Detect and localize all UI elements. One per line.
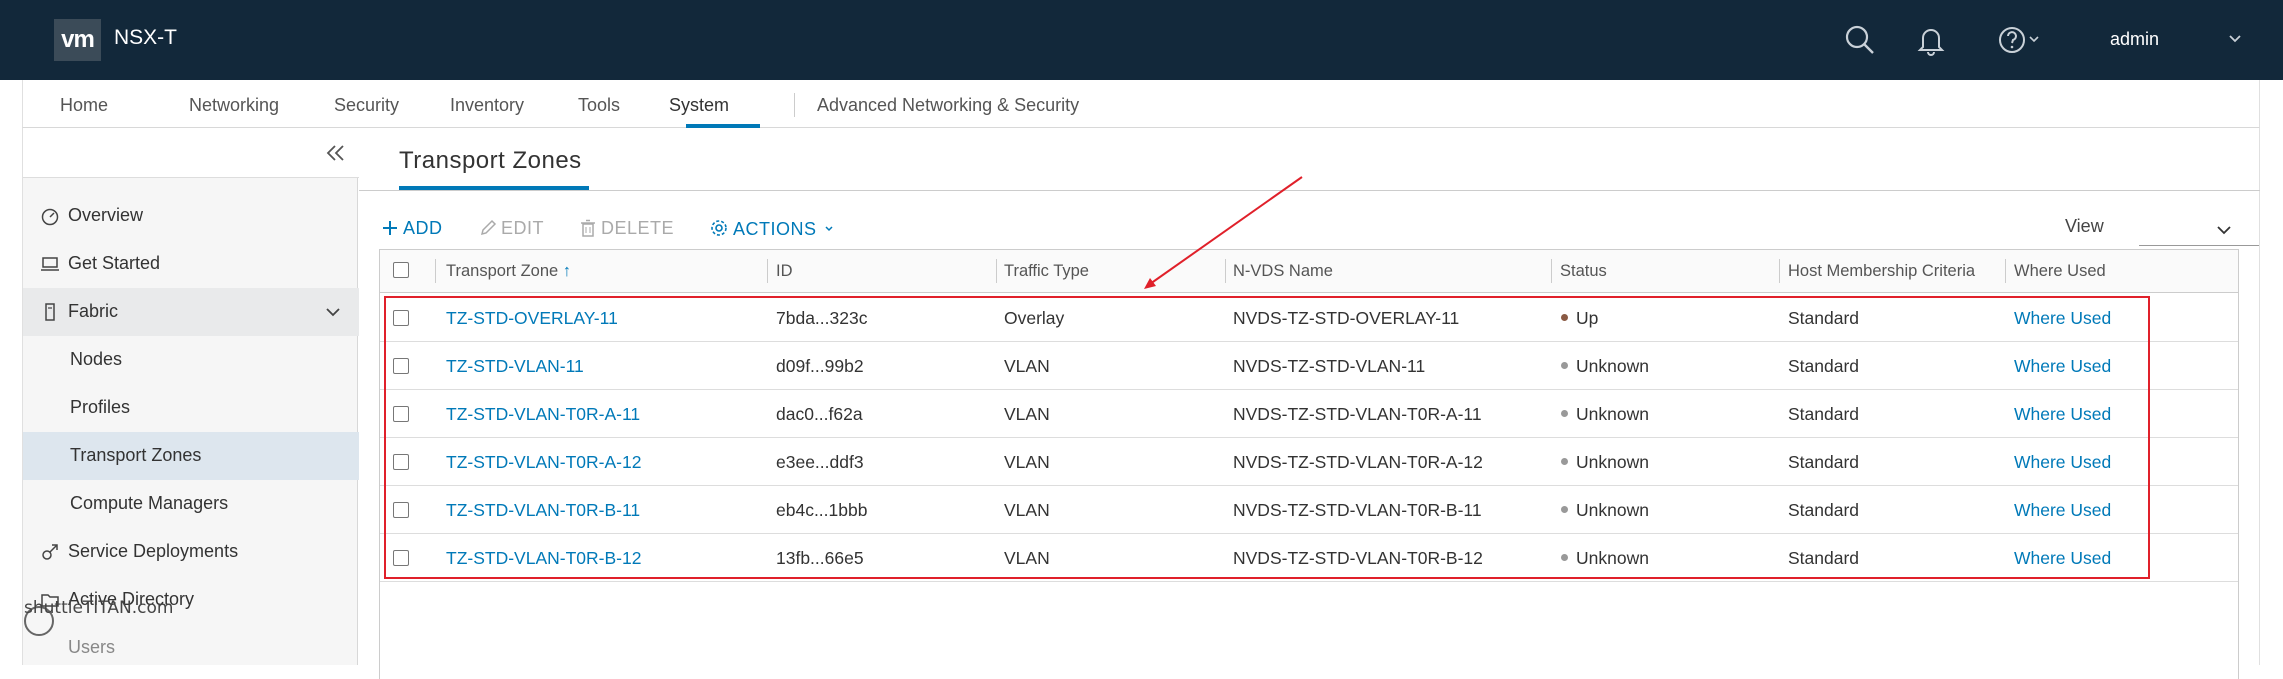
sidebar-item-label: Overview [68,205,144,225]
table-header: Transport Zone ↑ ID Traffic Type N-VDS N… [380,250,2238,293]
watermark: shuttleTITAN.com [24,598,174,618]
sidebar-item-label: Transport Zones [70,445,202,465]
column-separator [1779,259,1780,283]
view-chevron-down-icon[interactable] [2215,221,2233,239]
nav-home[interactable]: Home [60,95,108,116]
delete-button[interactable]: DELETE [579,218,674,239]
annotation-highlight-box [384,296,2150,579]
actions-label: ACTIONS [733,219,817,239]
dashboard-gauge-icon [41,208,59,226]
column-header-id[interactable]: ID [776,262,793,281]
edit-button[interactable]: EDIT [479,218,544,239]
collapse-sidebar-icon[interactable] [323,140,349,166]
delete-label: DELETE [601,218,675,238]
plus-icon [383,221,397,235]
top-bar: vm NSX-T admin [0,0,2283,80]
sidebar-item-service-deployments[interactable]: Service Deployments [23,528,359,576]
column-separator [1551,259,1552,283]
column-separator [996,259,997,283]
gear-icon [711,220,727,236]
laptop-icon [41,257,59,271]
nav-inventory[interactable]: Inventory [450,95,524,116]
sidebar-item-nodes[interactable]: Nodes [23,336,359,384]
edit-label: EDIT [501,218,545,238]
external-link-icon [42,544,58,560]
select-all-checkbox[interactable] [393,262,409,278]
nav-divider [794,93,795,117]
column-separator [2005,259,2006,283]
sidebar-item-profiles[interactable]: Profiles [23,384,359,432]
column-header-host-membership-criteria[interactable]: Host Membership Criteria [1788,262,1975,281]
column-separator [435,259,436,283]
view-label: View [2065,216,2104,236]
sidebar-item-label: Get Started [68,253,161,273]
add-label: ADD [403,218,443,238]
column-label: Transport Zone [446,262,559,280]
nav-security[interactable]: Security [334,95,399,116]
sidebar-item-transport-zones[interactable]: Transport Zones [23,432,359,480]
sidebar-collapse-row [23,128,359,178]
vmware-logo: vm [54,19,101,61]
sidebar-item-label: Fabric [68,301,119,321]
sidebar-item-fabric[interactable]: Fabric [23,288,359,336]
column-separator [767,259,768,283]
sidebar-item-overview[interactable]: Overview [23,192,359,240]
column-header-nvds-name[interactable]: N-VDS Name [1233,262,1333,281]
actions-button[interactable]: ACTIONS [709,218,838,240]
sidebar-item-label: Compute Managers [70,493,229,513]
search-icon[interactable] [1842,22,1878,58]
column-header-traffic-type[interactable]: Traffic Type [1004,262,1089,281]
column-header-transport-zone[interactable]: Transport Zone ↑ [446,262,571,281]
help-icon[interactable] [1994,22,2030,58]
sidebar-item-label: Users [68,637,116,657]
nav-system[interactable]: System [669,95,729,116]
pencil-icon [480,219,497,236]
bell-icon[interactable] [1913,22,1949,58]
help-chevron-down-icon[interactable] [2028,33,2040,45]
chevron-down-icon[interactable] [323,302,343,322]
server-icon [45,303,55,321]
user-chevron-down-icon[interactable] [2225,28,2245,48]
sort-ascending-icon: ↑ [562,262,572,280]
main-nav: Home Networking Security Inventory Tools… [22,80,2260,128]
app-title: NSX-T [114,26,177,49]
sidebar-item-get-started[interactable]: Get Started [23,240,359,288]
nav-tools[interactable]: Tools [578,95,620,116]
nav-advanced-networking-security[interactable]: Advanced Networking & Security [817,95,1079,116]
add-button[interactable]: ADD [381,218,443,239]
column-separator [1225,259,1226,283]
sidebar-item-label: Profiles [70,397,131,417]
sidebar: Overview Get Started Fabric Nodes Profil… [22,128,359,665]
nav-networking[interactable]: Networking [189,95,279,116]
user-menu[interactable]: admin [2110,29,2159,50]
title-divider [359,190,2260,191]
sidebar-item-label: Service Deployments [68,541,239,561]
view-select[interactable] [2139,214,2259,246]
page-title: Transport Zones [399,147,582,174]
chevron-down-icon [825,226,833,232]
sidebar-item-compute-managers[interactable]: Compute Managers [23,480,359,528]
sidebar-item-label: Nodes [70,349,123,369]
column-header-where-used[interactable]: Where Used [2014,262,2106,281]
column-header-status[interactable]: Status [1560,262,1607,281]
trash-icon [581,219,595,237]
